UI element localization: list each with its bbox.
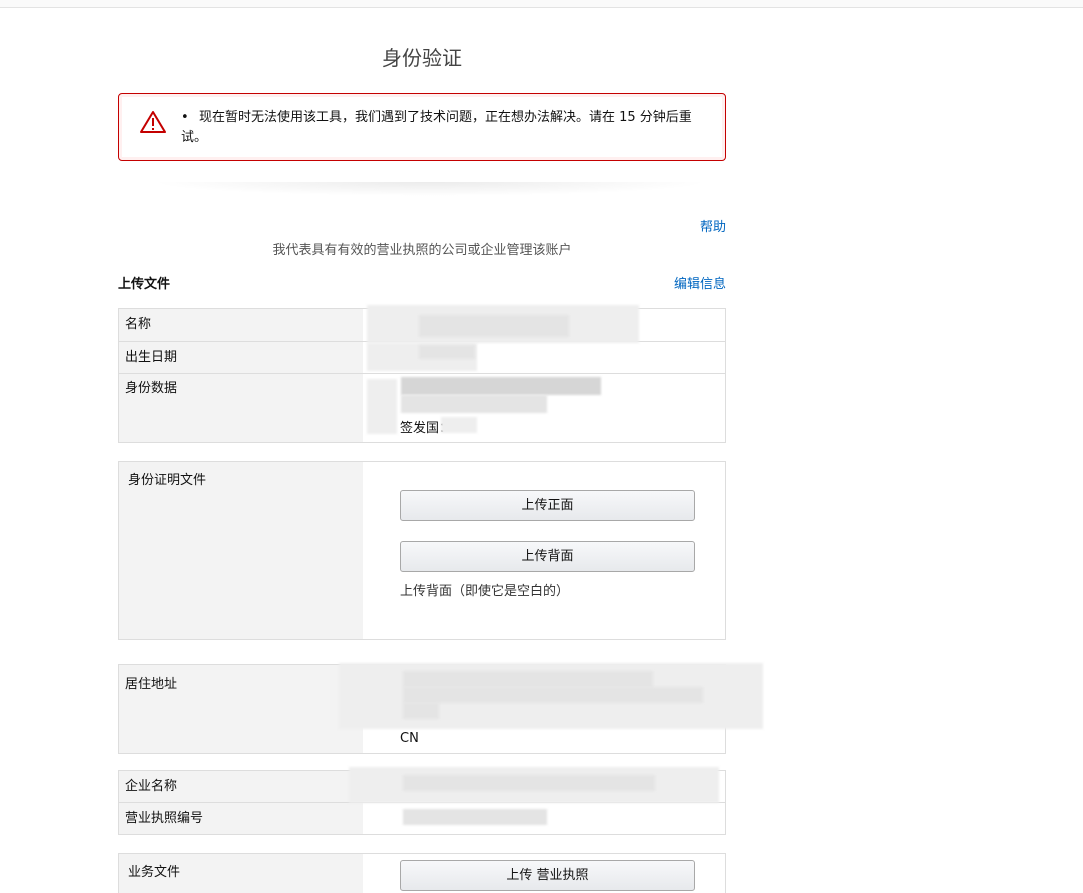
redacted-issuing-country xyxy=(441,417,477,433)
edit-info-link[interactable]: 编辑信息 xyxy=(674,273,726,292)
upload-section-title: 上传文件 xyxy=(118,277,171,292)
personal-info-box: 名称 出生日期 身份数据 签发国： xyxy=(118,305,726,443)
alert-message-text: 现在暂时无法使用该工具，我们遇到了技术问题，正在想办法解决。请在 15 分钟后重… xyxy=(181,110,692,145)
name-label: 名称 xyxy=(119,309,363,341)
business-docs-label: 业务文件 xyxy=(119,854,363,893)
id-data-label: 身份数据 xyxy=(119,374,363,442)
address-label: 居住地址 xyxy=(119,665,363,753)
browser-top-bar xyxy=(0,0,1083,8)
redacted-address-line1 xyxy=(403,671,653,687)
license-number-label: 营业执照编号 xyxy=(119,803,363,834)
upload-front-button[interactable]: 上传正面 xyxy=(400,490,695,521)
redacted-company-name-block xyxy=(403,775,655,791)
error-alert: • 现在暂时无法使用该工具，我们遇到了技术问题，正在想办法解决。请在 15 分钟后… xyxy=(118,93,726,161)
section-divider xyxy=(150,182,710,196)
business-info-box: 企业名称 营业执照编号 xyxy=(118,767,726,835)
id-document-box: 身份证明文件 上传正面 上传背面 上传背面（即使它是空白的） xyxy=(118,461,726,640)
alert-message: • 现在暂时无法使用该工具，我们遇到了技术问题，正在想办法解决。请在 15 分钟后… xyxy=(181,108,701,148)
id-document-label: 身份证明文件 xyxy=(119,462,363,639)
redacted-dob-block xyxy=(419,345,475,359)
redacted-name-block xyxy=(419,315,569,337)
page-title: 身份验证 xyxy=(382,46,462,70)
help-link[interactable]: 帮助 xyxy=(700,216,726,235)
upload-license-button[interactable]: 上传 营业执照 xyxy=(400,860,695,891)
redacted-id-number xyxy=(401,377,601,395)
alert-bullet: • xyxy=(181,110,189,125)
upload-back-button[interactable]: 上传背面 xyxy=(400,541,695,572)
address-country: CN xyxy=(400,731,419,746)
upload-back-note: 上传背面（即使它是空白的） xyxy=(400,584,570,599)
address-box: 居住地址 CN xyxy=(118,663,763,754)
redacted-id-side xyxy=(367,379,397,434)
redacted-address-line2 xyxy=(403,687,703,703)
redacted-id-extra xyxy=(401,395,547,413)
company-name-label: 企业名称 xyxy=(119,771,363,802)
account-description: 我代表具有有效的营业执照的公司或企业管理该账户 xyxy=(272,243,572,258)
business-docs-box: 业务文件 上传 营业执照 xyxy=(118,853,726,893)
warning-icon xyxy=(140,111,166,133)
dob-label: 出生日期 xyxy=(119,342,363,373)
redacted-license-number xyxy=(403,809,547,825)
redacted-address-line3 xyxy=(403,703,439,719)
